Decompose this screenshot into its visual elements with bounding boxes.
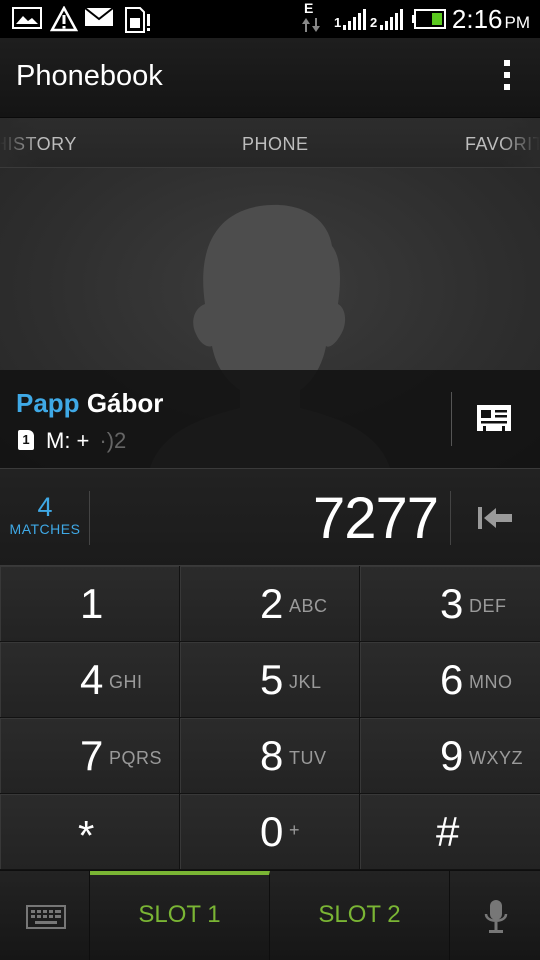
key-2[interactable]: 2 ABC (180, 566, 360, 642)
key-digit: 0 (260, 808, 284, 855)
key-letters: JKL (289, 672, 322, 692)
signal-sim2: 2 (370, 8, 404, 30)
sim-alert-icon (125, 7, 150, 33)
key-digit: 7 (80, 732, 104, 779)
time-value: 2:16 (451, 4, 503, 34)
call-slot2-button[interactable]: SLOT 2 (270, 871, 450, 960)
slot2-label: SLOT 2 (318, 901, 401, 928)
key-9[interactable]: 9 WXYZ (360, 718, 540, 794)
key-letters: MNO (469, 672, 513, 692)
tab-phone[interactable]: PHONE (242, 134, 309, 155)
contact-divider (451, 392, 452, 446)
key-digit: 8 (260, 732, 284, 779)
alert-triangle-icon (50, 6, 78, 32)
divider (89, 491, 90, 545)
data-arrows-icon (302, 18, 320, 32)
network-type-label: E (304, 0, 314, 16)
slot1-label: SLOT 1 (138, 901, 221, 928)
microphone-icon (484, 900, 508, 933)
voice-dial-button[interactable] (450, 871, 540, 960)
key-letters: DEF (469, 596, 507, 616)
tab-fade-right (500, 118, 540, 167)
key-digit: 2 (260, 580, 284, 627)
key-0[interactable]: 0 + (180, 794, 360, 870)
status-time: 2:16 PM (452, 4, 530, 35)
contact-number-blurred: ·)2 (99, 428, 127, 453)
key-digit: 9 (440, 732, 464, 779)
app-header: Phonebook (0, 38, 540, 118)
backspace-icon[interactable] (476, 505, 514, 531)
mail-icon (84, 7, 114, 26)
key-4[interactable]: 4 GHI (0, 642, 180, 718)
tab-bar: HISTORY PHONE FAVORITES (0, 118, 540, 168)
key-letters: GHI (109, 672, 143, 692)
matches-count: 4 (37, 492, 53, 522)
key-5[interactable]: 5 JKL (180, 642, 360, 718)
gallery-icon (12, 7, 42, 29)
key-digit: * (78, 812, 95, 859)
keyboard-button[interactable] (0, 871, 90, 960)
key-hash[interactable]: # (360, 794, 540, 870)
signal-sim1-icon (343, 9, 366, 30)
contact-info-bar: Papp Gábor 1 M: + ·)2 (0, 370, 540, 468)
key-star[interactable]: * (0, 794, 180, 870)
key-letters: ABC (289, 596, 328, 616)
sim-slot-badge: 1 (18, 430, 34, 450)
key-letters: WXYZ (469, 748, 523, 768)
key-digit: 5 (260, 656, 284, 703)
keyboard-icon (26, 905, 66, 929)
sim2-label: 2 (370, 15, 378, 30)
signal-sim2-icon (380, 9, 403, 30)
signal-sim1: 1 (334, 8, 366, 30)
divider (450, 491, 451, 545)
key-digit: 3 (440, 580, 464, 627)
key-3[interactable]: 3 DEF (360, 566, 540, 642)
battery-icon (412, 9, 446, 29)
status-bar: E 1 2 2:16 PM (0, 0, 540, 38)
matches-button[interactable]: 4 MATCHES (0, 493, 90, 537)
key-1[interactable]: 1 (0, 566, 180, 642)
key-letters: + (289, 820, 301, 840)
bottom-action-bar: SLOT 1 SLOT 2 (0, 870, 540, 960)
contact-name: Papp Gábor (16, 388, 163, 419)
call-slot1-button[interactable]: SLOT 1 (90, 871, 270, 960)
key-letters: TUV (289, 748, 327, 768)
contact-name-highlight: Papp (16, 388, 80, 418)
key-digit: 6 (440, 656, 464, 703)
tab-fade-left (0, 118, 40, 167)
key-7[interactable]: 7 PQRS (0, 718, 180, 794)
matches-label: MATCHES (9, 521, 81, 537)
dial-keypad: 1 2 ABC 3 DEF 4 GHI 5 JKL 6 MNO 7 PQRS 8… (0, 566, 540, 870)
overflow-menu-icon[interactable] (502, 60, 512, 96)
contact-number-label: M: + (46, 428, 90, 453)
contact-number: M: + ·)2 (46, 428, 126, 454)
time-ampm: PM (504, 13, 531, 32)
contact-match[interactable]: Papp Gábor 1 M: + ·)2 (0, 168, 540, 468)
sim1-label: 1 (334, 15, 342, 30)
contact-name-rest: Gábor (86, 388, 164, 418)
key-digit: # (436, 808, 460, 855)
dialed-number: 7277 (312, 486, 439, 551)
key-letters: PQRS (109, 748, 163, 768)
key-6[interactable]: 6 MNO (360, 642, 540, 718)
page-title: Phonebook (16, 60, 163, 92)
contact-card-icon[interactable] (476, 404, 512, 434)
key-8[interactable]: 8 TUV (180, 718, 360, 794)
dialed-number-row: 4 MATCHES 7277 (0, 468, 540, 566)
key-digit: 1 (80, 580, 104, 627)
key-digit: 4 (80, 656, 104, 703)
